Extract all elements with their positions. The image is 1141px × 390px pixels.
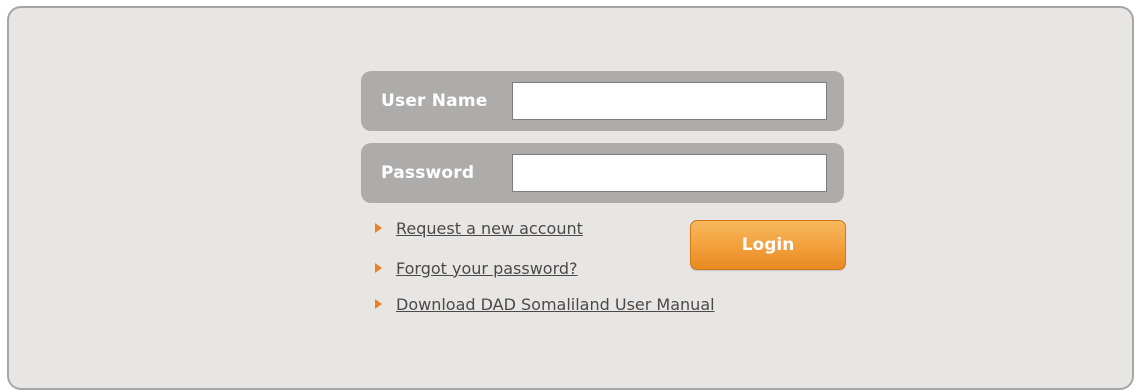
orange-arrow-icon	[375, 263, 382, 273]
username-input[interactable]	[512, 82, 827, 120]
password-label: Password	[381, 163, 475, 183]
username-row: User Name	[361, 71, 844, 131]
password-input[interactable]	[512, 154, 827, 192]
login-button[interactable]: Login	[690, 220, 846, 270]
download-manual-row: Download DAD Somaliland User Manual	[375, 293, 715, 315]
orange-arrow-icon	[375, 223, 382, 233]
forgot-password-row: Forgot your password?	[375, 257, 578, 279]
download-manual-link[interactable]: Download DAD Somaliland User Manual	[396, 295, 715, 314]
request-account-row: Request a new account	[375, 217, 583, 239]
password-row: Password	[361, 143, 844, 203]
username-label: User Name	[381, 91, 488, 111]
forgot-password-link[interactable]: Forgot your password?	[396, 259, 578, 278]
orange-arrow-icon	[375, 299, 382, 309]
request-account-link[interactable]: Request a new account	[396, 219, 583, 238]
